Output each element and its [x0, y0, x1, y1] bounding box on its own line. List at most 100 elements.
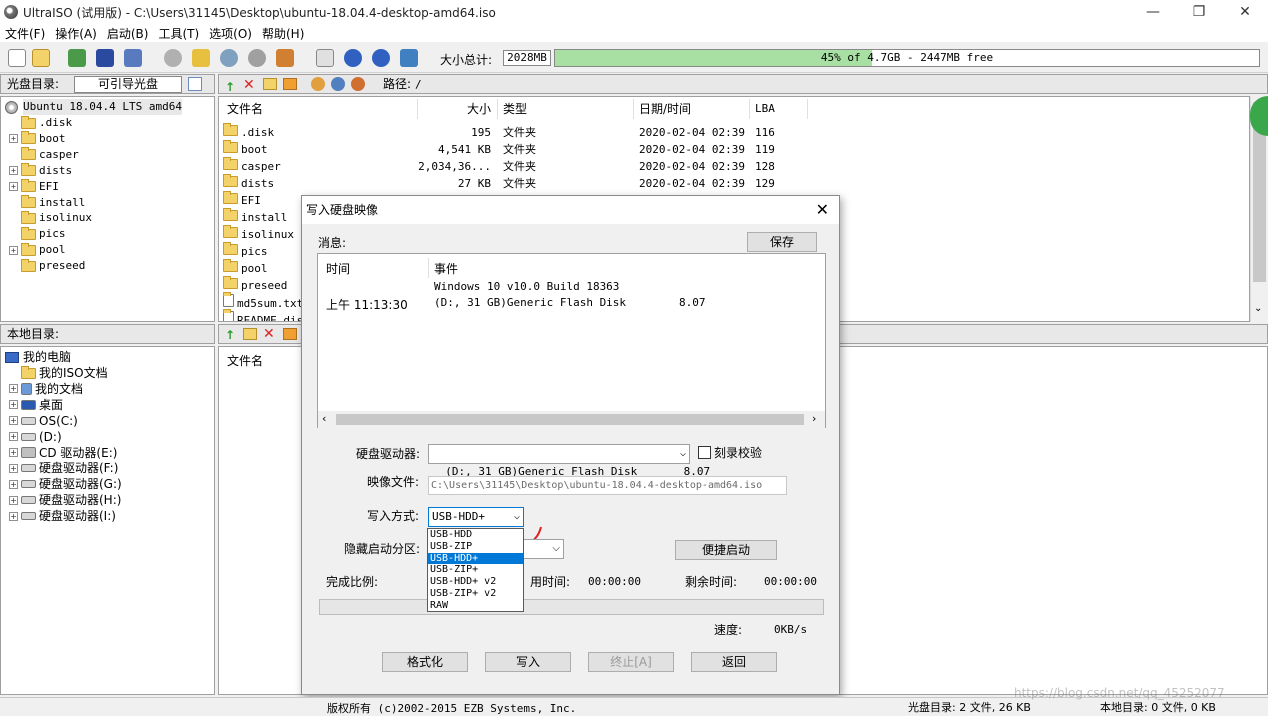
expand-icon[interactable]: +	[9, 463, 18, 473]
up-arrow-icon[interactable]: ↑	[225, 78, 235, 96]
col-lba[interactable]: LBA	[755, 101, 775, 117]
maximize-button[interactable]: ❐	[1176, 0, 1222, 24]
minimize-button[interactable]: —	[1130, 0, 1176, 24]
bootable-disc-field[interactable]: 可引导光盘	[74, 76, 182, 93]
local-tree-item[interactable]: + OS(C:)	[9, 413, 78, 429]
extract-icon[interactable]	[68, 49, 86, 67]
menu-tools[interactable]: 工具(T)	[153, 25, 204, 42]
menu-options[interactable]: 选项(O)	[204, 25, 257, 42]
close-button[interactable]: ✕	[1222, 0, 1268, 24]
disc-tree-item[interactable]: pics	[9, 226, 66, 242]
expand-icon[interactable]: +	[9, 134, 18, 144]
write-button[interactable]: 写入	[485, 652, 571, 672]
disc-tree-item[interactable]: install	[9, 195, 85, 211]
verify-checkbox[interactable]	[698, 446, 711, 459]
expand-icon[interactable]: +	[9, 448, 18, 457]
col-filename[interactable]: 文件名	[227, 101, 263, 117]
menu-boot[interactable]: 启动(B)	[102, 25, 154, 42]
col-date[interactable]: 日期/时间	[639, 101, 691, 117]
expand-icon[interactable]: +	[9, 416, 18, 426]
format-button[interactable]: 格式化	[382, 652, 468, 672]
properties-icon[interactable]	[316, 49, 334, 67]
col-type[interactable]: 类型	[503, 101, 527, 117]
local-tree-item[interactable]: + 桌面	[9, 397, 63, 413]
local-root-label[interactable]: 我的电脑	[23, 349, 71, 365]
expand-icon[interactable]: +	[9, 245, 18, 255]
disc-tree-item[interactable]: + EFI	[9, 179, 59, 195]
boot-file-icon[interactable]	[311, 77, 325, 91]
disc-tree-item[interactable]: .disk	[9, 115, 72, 131]
log-scroll-thumb[interactable]	[336, 414, 804, 425]
write-method-option[interactable]: RAW	[428, 600, 523, 612]
local-delete-icon[interactable]: ✕	[263, 325, 275, 343]
virtual-drive-icon[interactable]	[192, 49, 210, 67]
local-tree-item[interactable]: + 硬盘驱动器(I:)	[9, 508, 116, 524]
local-tree-item[interactable]: + (D:)	[9, 429, 62, 445]
disc-tree-item[interactable]: preseed	[9, 258, 85, 274]
hide-partition-select[interactable]: ⌵	[524, 539, 564, 559]
table-row[interactable]: dists 27 KB 文件夹 2020-02-04 02:39 129	[223, 174, 823, 192]
local-col-filename[interactable]: 文件名	[227, 353, 263, 369]
local-tree-item[interactable]: + 硬盘驱动器(H:)	[9, 492, 121, 508]
write-method-option[interactable]: USB-ZIP+ v2	[428, 588, 523, 600]
help-icon[interactable]	[372, 49, 390, 67]
table-row[interactable]: boot 4,541 KB 文件夹 2020-02-04 02:39 119	[223, 140, 823, 158]
refresh-icon[interactable]	[351, 77, 365, 91]
back-button[interactable]: 返回	[691, 652, 777, 672]
write-method-option[interactable]: USB-ZIP+	[428, 564, 523, 576]
save-log-button[interactable]: 保存	[747, 232, 817, 252]
local-tree-item[interactable]: + 我的文档	[9, 381, 83, 397]
expand-icon[interactable]: +	[9, 182, 18, 192]
rename-icon[interactable]	[283, 78, 297, 90]
new-folder-icon[interactable]	[263, 78, 277, 90]
local-tree-item[interactable]: + CD 驱动器(E:)	[9, 445, 117, 461]
expand-icon[interactable]: +	[9, 511, 18, 521]
write-method-option[interactable]: USB-HDD+	[428, 552, 523, 565]
tools-icon[interactable]	[276, 49, 294, 67]
write-method-option[interactable]: USB-HDD+ v2	[428, 576, 523, 588]
new-icon[interactable]	[8, 49, 26, 67]
scroll-right-icon[interactable]: ›	[812, 412, 816, 425]
dialog-close-icon[interactable]: ✕	[816, 196, 829, 224]
expand-icon[interactable]: +	[9, 400, 18, 410]
disc-root-label[interactable]: Ubuntu 18.04.4 LTS amd64	[23, 99, 182, 115]
local-new-folder-icon[interactable]	[243, 328, 257, 340]
open-icon[interactable]	[32, 49, 50, 67]
exit-icon[interactable]	[400, 49, 418, 67]
log-h-scrollbar[interactable]: ‹ ›	[318, 411, 825, 428]
disc-tree-item[interactable]: + dists	[9, 163, 72, 179]
drive-select[interactable]: (D:, 31 GB)Generic Flash Disk 8.07 ⌵	[428, 444, 710, 478]
compress-icon[interactable]	[220, 49, 238, 67]
expand-icon[interactable]: +	[9, 384, 18, 394]
image-file-field[interactable]: C:\Users\31145\Desktop\ubuntu-18.04.4-de…	[428, 476, 787, 495]
expand-icon[interactable]: +	[9, 479, 18, 489]
menu-action[interactable]: 操作(A)	[50, 25, 102, 42]
info-icon[interactable]	[344, 49, 362, 67]
menu-help[interactable]: 帮助(H)	[257, 25, 309, 42]
disc-tree-item[interactable]: + boot	[9, 131, 66, 147]
table-row[interactable]: .disk 195 文件夹 2020-02-04 02:39 116	[223, 123, 823, 141]
save-icon[interactable]	[96, 49, 114, 67]
mount-icon[interactable]	[248, 49, 266, 67]
settings-gear-icon[interactable]	[331, 77, 345, 91]
disc-tree-item[interactable]: + pool	[9, 242, 66, 258]
write-method-option[interactable]: USB-HDD	[428, 529, 523, 541]
menu-file[interactable]: 文件(F)	[0, 25, 50, 42]
disc-tree-item[interactable]: casper	[9, 147, 79, 163]
burn-cd-icon[interactable]	[164, 49, 182, 67]
local-tree-item[interactable]: + 硬盘驱动器(F:)	[9, 460, 118, 476]
scroll-down-icon[interactable]: ⌄	[1254, 303, 1262, 314]
quick-boot-button[interactable]: 便捷启动	[675, 540, 777, 560]
disc-tree-item[interactable]: isolinux	[9, 210, 92, 226]
scroll-left-icon[interactable]: ‹	[322, 412, 326, 425]
save-as-icon[interactable]	[124, 49, 142, 67]
write-method-option[interactable]: USB-ZIP	[428, 541, 523, 553]
delete-icon[interactable]: ✕	[243, 76, 255, 94]
col-size[interactable]: 大小	[419, 101, 491, 117]
expand-icon[interactable]: +	[9, 432, 18, 442]
bootable-check-icon[interactable]	[188, 77, 202, 91]
local-tree-item[interactable]: 我的ISO文档	[9, 365, 108, 381]
write-method-select[interactable]: USB-HDD+ ⌵	[428, 507, 524, 527]
local-tree-item[interactable]: + 硬盘驱动器(G:)	[9, 476, 122, 492]
expand-icon[interactable]: +	[9, 495, 18, 505]
